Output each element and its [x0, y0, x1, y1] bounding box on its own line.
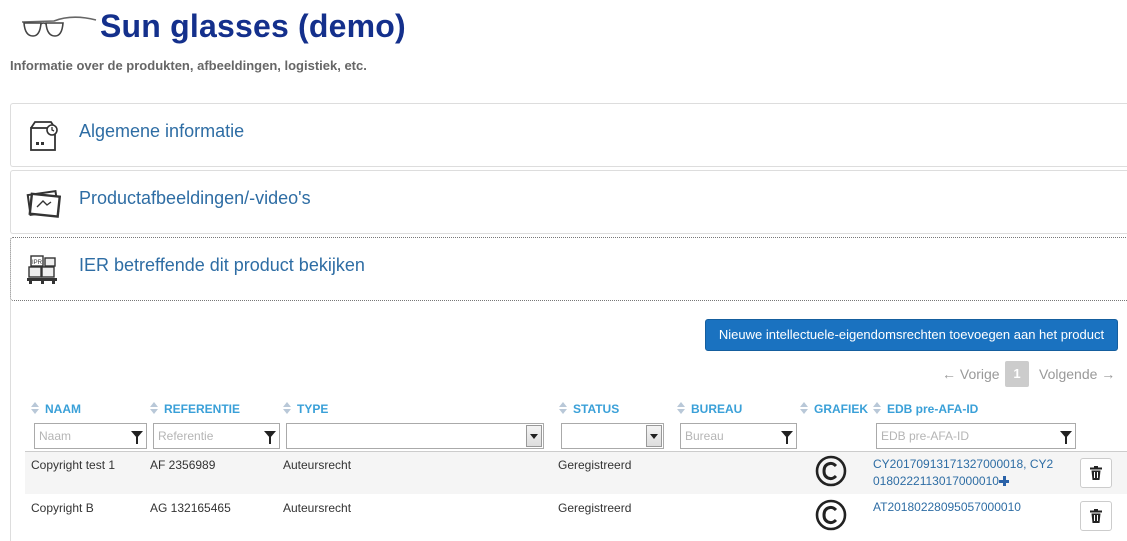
table-row[interactable]: Copyright test 1 AF 2356989 Auteursrecht… [25, 451, 1127, 494]
pager-next[interactable]: Volgende → [1039, 361, 1115, 387]
glasses-logo-icon [21, 16, 97, 37]
column-header-grafiek[interactable]: GRAFIEK [800, 402, 868, 416]
filter-funnel-icon[interactable] [1060, 431, 1072, 444]
filter-funnel-icon[interactable] [131, 431, 143, 444]
cell-naam: Copyright test 1 [31, 458, 116, 472]
filter-status-select[interactable] [561, 423, 664, 449]
filter-referentie [153, 423, 280, 449]
plus-icon[interactable] [998, 476, 1009, 486]
page-subtitle: Informatie over de produkten, afbeelding… [10, 58, 367, 73]
sort-icon [31, 402, 39, 414]
panel-general-info[interactable]: Algemene informatie [10, 103, 1127, 167]
filter-naam-input[interactable] [35, 424, 128, 448]
copyright-icon [815, 499, 847, 531]
page-title: Sun glasses (demo) [100, 8, 406, 44]
column-header-type[interactable]: TYPE [283, 402, 328, 416]
pager-current-page[interactable]: 1 [1005, 361, 1029, 387]
column-header-bureau[interactable]: BUREAU [677, 402, 742, 416]
panel-ipr[interactable]: IPR IER betreffende dit product bekijken [10, 237, 1127, 301]
cell-naam: Copyright B [31, 501, 94, 515]
pager-prev[interactable]: ← Vorige [942, 361, 1000, 387]
panel-product-images-label: Productafbeeldingen/-video's [79, 188, 311, 208]
table-row[interactable]: Copyright B AG 132165465 Auteursrecht Ge… [25, 495, 1127, 539]
sort-icon [283, 402, 291, 414]
cell-referentie: AG 132165465 [150, 501, 231, 515]
cell-status: Geregistreerd [558, 458, 632, 472]
filter-naam [34, 423, 147, 449]
sort-icon [677, 402, 685, 414]
cell-edb[interactable]: AT20180228095057000010 [873, 499, 1073, 516]
column-header-status[interactable]: STATUS [559, 402, 619, 416]
trash-icon [1090, 466, 1102, 480]
svg-text:IPR: IPR [32, 260, 43, 266]
sort-icon [800, 402, 808, 414]
filter-funnel-icon[interactable] [264, 431, 276, 444]
page-header: Sun glasses (demo) Informatie over de pr… [0, 0, 1127, 80]
sort-icon [150, 402, 158, 414]
add-ipr-button[interactable]: Nieuwe intellectuele-eigendomsrechten to… [705, 319, 1118, 351]
column-header-edb[interactable]: EDB pre-AFA-ID [873, 402, 978, 416]
filter-funnel-icon[interactable] [781, 431, 793, 444]
copyright-icon [815, 455, 847, 487]
filter-edb-input[interactable] [877, 424, 1057, 448]
trash-icon [1090, 509, 1102, 523]
sort-icon [873, 402, 881, 414]
cell-type: Auteursrecht [283, 501, 352, 515]
column-header-naam[interactable]: NAAM [31, 402, 81, 416]
filter-type-select[interactable] [286, 423, 544, 449]
cell-referentie: AF 2356989 [150, 458, 216, 472]
panel-general-info-label: Algemene informatie [79, 121, 245, 141]
delete-button[interactable] [1080, 501, 1112, 531]
panel-ipr-label: IER betreffende dit product bekijken [79, 255, 365, 275]
filter-edb [876, 423, 1076, 449]
sort-icon [559, 402, 567, 414]
cell-status: Geregistreerd [558, 501, 632, 515]
ipr-pallet-icon: IPR [27, 255, 57, 284]
column-header-referentie[interactable]: REFERENTIE [150, 402, 240, 416]
filter-referentie-input[interactable] [154, 424, 261, 448]
panel-product-images[interactable]: Productafbeeldingen/-video's [10, 170, 1127, 234]
chevron-down-icon[interactable] [646, 425, 662, 447]
cell-edb[interactable]: CY20170913171327000018, CY2 018022211301… [873, 456, 1073, 490]
box-icon [30, 121, 58, 151]
chevron-down-icon[interactable] [526, 425, 542, 447]
cell-type: Auteursrecht [283, 458, 352, 472]
photos-icon [26, 190, 61, 218]
edb-link[interactable]: AT20180228095057000010 [873, 499, 1073, 516]
filter-bureau-input[interactable] [681, 424, 778, 448]
delete-button[interactable] [1080, 458, 1112, 488]
filter-bureau [680, 423, 797, 449]
edb-link[interactable]: CY20170913171327000018, CY2 [873, 456, 1073, 473]
edb-link[interactable]: 0180222113017000010 [873, 474, 999, 488]
